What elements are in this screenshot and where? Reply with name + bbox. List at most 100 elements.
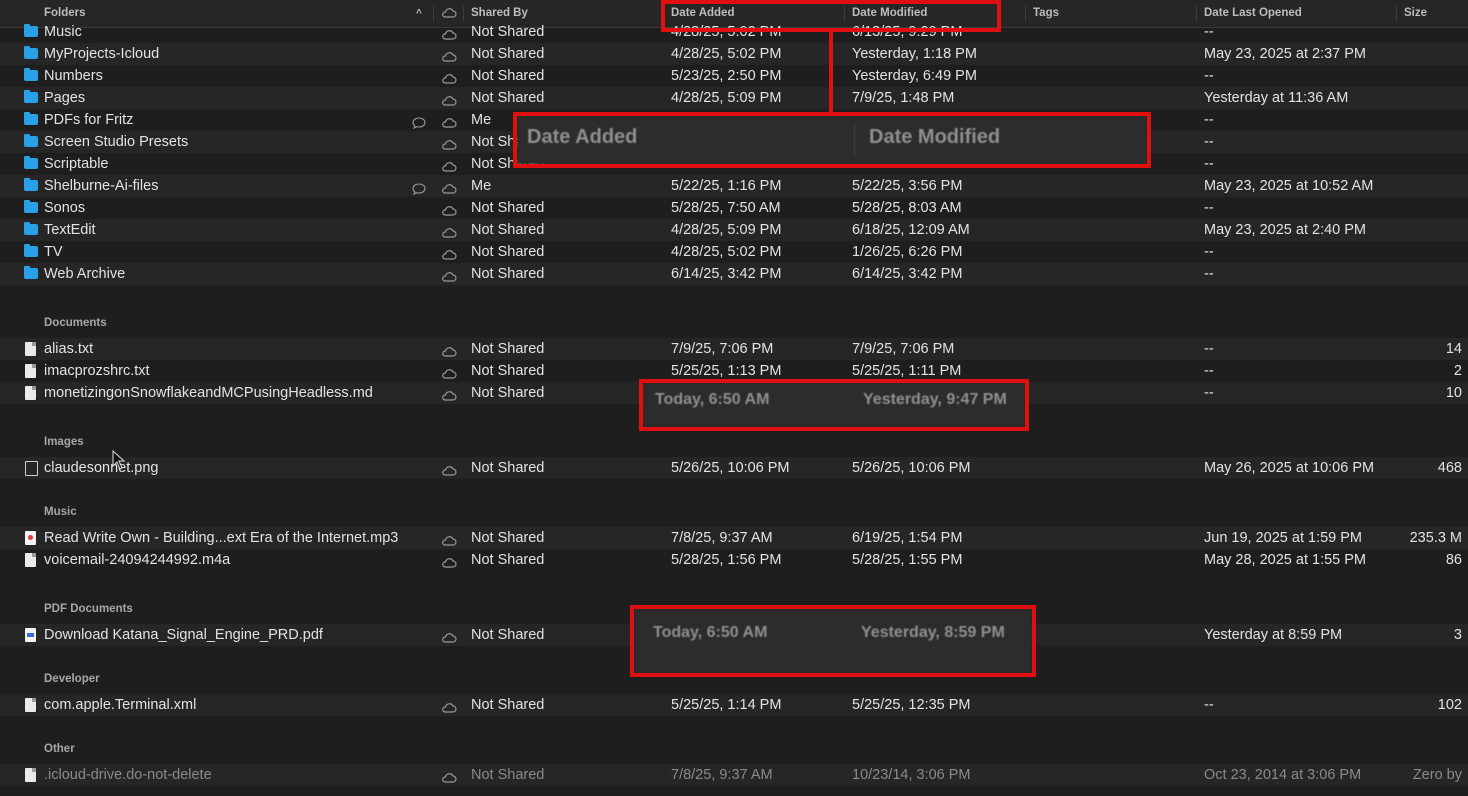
file-name: Numbers — [44, 68, 103, 84]
file-name: claudesonnet.png — [44, 460, 159, 476]
date-last-opened: Jun 19, 2025 at 1:59 PM — [1204, 530, 1362, 546]
icloud-status-icon — [441, 136, 457, 150]
date-added: 5/22/25, 1:16 PM — [671, 178, 782, 194]
file-name: .icloud-drive.do-not-delete — [44, 767, 212, 783]
shared-by: Not Shared — [471, 24, 545, 40]
icloud-status-icon — [441, 629, 457, 643]
folder-icon — [24, 112, 38, 125]
file-size: Zero by — [1412, 767, 1462, 783]
section-header-pdf-documents: PDF Documents — [44, 603, 133, 615]
file-size: 10 — [1445, 385, 1462, 401]
date-modified: 5/28/25, 8:03 AM — [852, 200, 962, 216]
file-name: Scriptable — [44, 156, 109, 172]
date-modified: 7/9/25, 1:48 PM — [852, 90, 955, 106]
date-last-opened: -- — [1204, 200, 1214, 216]
shared-by: Me — [471, 178, 492, 194]
shared-comment-icon[interactable] — [411, 180, 427, 196]
list-item[interactable]: Read Write Own - Building...ext Era of t… — [0, 527, 1468, 549]
date-modified: 5/25/25, 12:35 PM — [852, 697, 971, 713]
shared-by: Not Shared — [471, 552, 545, 568]
text-file-icon — [25, 364, 36, 378]
date-added: 5/28/25, 1:56 PM — [671, 552, 782, 568]
date-modified: 5/22/25, 3:56 PM — [852, 178, 963, 194]
audio-file-icon — [25, 553, 36, 567]
folder-icon — [24, 156, 38, 169]
file-name: MyProjects-Icloud — [44, 46, 160, 62]
list-item[interactable]: voicemail-24094244992.m4a Not Shared 5/28/… — [0, 549, 1468, 571]
shared-comment-icon[interactable] — [411, 114, 427, 130]
date-modified: 10/23/14, 3:06 PM — [852, 767, 971, 783]
folder-icon — [24, 222, 38, 235]
date-modified: 6/14/25, 3:42 PM — [852, 266, 963, 282]
folder-icon — [24, 266, 38, 279]
icloud-status-icon — [441, 70, 457, 84]
date-added: 7/8/25, 9:37 AM — [671, 767, 773, 783]
date-added: 5/28/25, 7:50 AM — [671, 200, 781, 216]
folder-row[interactable]: Numbers Not Shared 5/23/25, 2:50 PM Yesterd… — [0, 65, 1468, 87]
file-name: alias.txt — [44, 341, 94, 357]
date-added: 4/28/25, 5:09 PM — [671, 222, 782, 238]
date-last-opened: -- — [1204, 68, 1214, 84]
date-last-opened: May 28, 2025 at 1:55 PM — [1204, 552, 1367, 568]
list-item[interactable]: .icloud-drive.do-not-delete Not Shared 7/8… — [0, 764, 1468, 786]
date-last-opened: -- — [1204, 385, 1214, 401]
date-last-opened: May 23, 2025 at 10:52 AM — [1204, 178, 1374, 194]
icloud-status-icon — [441, 387, 457, 401]
folder-icon — [24, 46, 38, 59]
date-modified: 1/26/25, 6:26 PM — [852, 244, 963, 260]
date-last-opened: -- — [1204, 341, 1214, 357]
date-added: 7/8/25, 9:37 AM — [671, 530, 773, 546]
folder-row[interactable]: Shelburne-Ai-files Me 5/22/25, 1:16 PM 5/22… — [0, 175, 1468, 197]
icloud-status-icon — [441, 92, 457, 106]
icloud-status-icon — [441, 114, 457, 128]
list-item[interactable]: alias.txt Not Shared 7/9/25, 7:06 PM 7/9/25… — [0, 338, 1468, 360]
highlight-box-pdf-row — [630, 605, 1036, 677]
folder-icon — [24, 68, 38, 81]
date-added: 4/28/25, 5:02 PM — [671, 46, 782, 62]
folder-icon — [24, 90, 38, 103]
list-item[interactable]: com.apple.Terminal.xml Not Shared 5/25/25,… — [0, 694, 1468, 716]
date-modified: 6/18/25, 12:09 AM — [852, 222, 970, 238]
date-last-opened: -- — [1204, 244, 1214, 260]
highlight-box-md-row — [639, 379, 1029, 431]
icloud-status-icon — [441, 343, 457, 357]
folder-row[interactable]: TV Not Shared 4/28/25, 5:02 PM 1/26/25, 6:2… — [0, 241, 1468, 263]
file-name: Sonos — [44, 200, 86, 216]
icloud-status-icon — [441, 224, 457, 238]
date-added: 5/26/25, 10:06 PM — [671, 460, 790, 476]
file-name: PDFs for Fritz — [44, 112, 134, 128]
icloud-status-icon — [441, 158, 457, 172]
folder-row[interactable]: TextEdit Not Shared 4/28/25, 5:09 PM 6/18/2… — [0, 219, 1468, 241]
date-modified: 5/26/25, 10:06 PM — [852, 460, 971, 476]
folder-icon — [24, 24, 38, 37]
file-name: Shelburne-Ai-files — [44, 178, 159, 194]
text-file-icon — [25, 342, 36, 356]
folder-row[interactable]: MyProjects-Icloud Not Shared 4/28/25, 5:02… — [0, 43, 1468, 65]
xml-file-icon — [25, 698, 36, 712]
icloud-status-icon — [441, 532, 457, 546]
icloud-status-icon — [441, 48, 457, 62]
file-name: TextEdit — [44, 222, 96, 238]
section-header-music: Music — [44, 506, 77, 518]
image-file-icon — [25, 461, 38, 476]
file-size: 235.3 M — [1409, 530, 1462, 546]
icloud-status-icon — [441, 202, 457, 216]
date-last-opened: -- — [1204, 266, 1214, 282]
icloud-status-icon — [441, 26, 457, 40]
icloud-status-column-icon[interactable] — [441, 7, 457, 19]
shared-by: Not Shared — [471, 363, 545, 379]
list-item[interactable]: claudesonnet.png Not Shared 5/26/25, 10:06… — [0, 457, 1468, 479]
date-last-opened: -- — [1204, 112, 1214, 128]
audio-file-icon — [25, 531, 36, 545]
file-name: Read Write Own - Building...ext Era of t… — [44, 530, 399, 546]
date-added: 5/23/25, 2:50 PM — [671, 68, 782, 84]
file-size: 102 — [1437, 697, 1462, 713]
date-modified: 6/19/25, 1:54 PM — [852, 530, 963, 546]
shared-by: Not Shared — [471, 266, 545, 282]
date-added: 6/14/25, 3:42 PM — [671, 266, 782, 282]
icloud-status-icon — [441, 246, 457, 260]
folder-row[interactable]: Pages Not Shared 4/28/25, 5:09 PM 7/9/25, 1… — [0, 87, 1468, 109]
folder-row[interactable]: Sonos Not Shared 5/28/25, 7:50 AM 5/28/25, … — [0, 197, 1468, 219]
file-name: imacprozshrc.txt — [44, 363, 150, 379]
folder-row[interactable]: Web Archive Not Shared 6/14/25, 3:42 PM 6/1… — [0, 263, 1468, 285]
